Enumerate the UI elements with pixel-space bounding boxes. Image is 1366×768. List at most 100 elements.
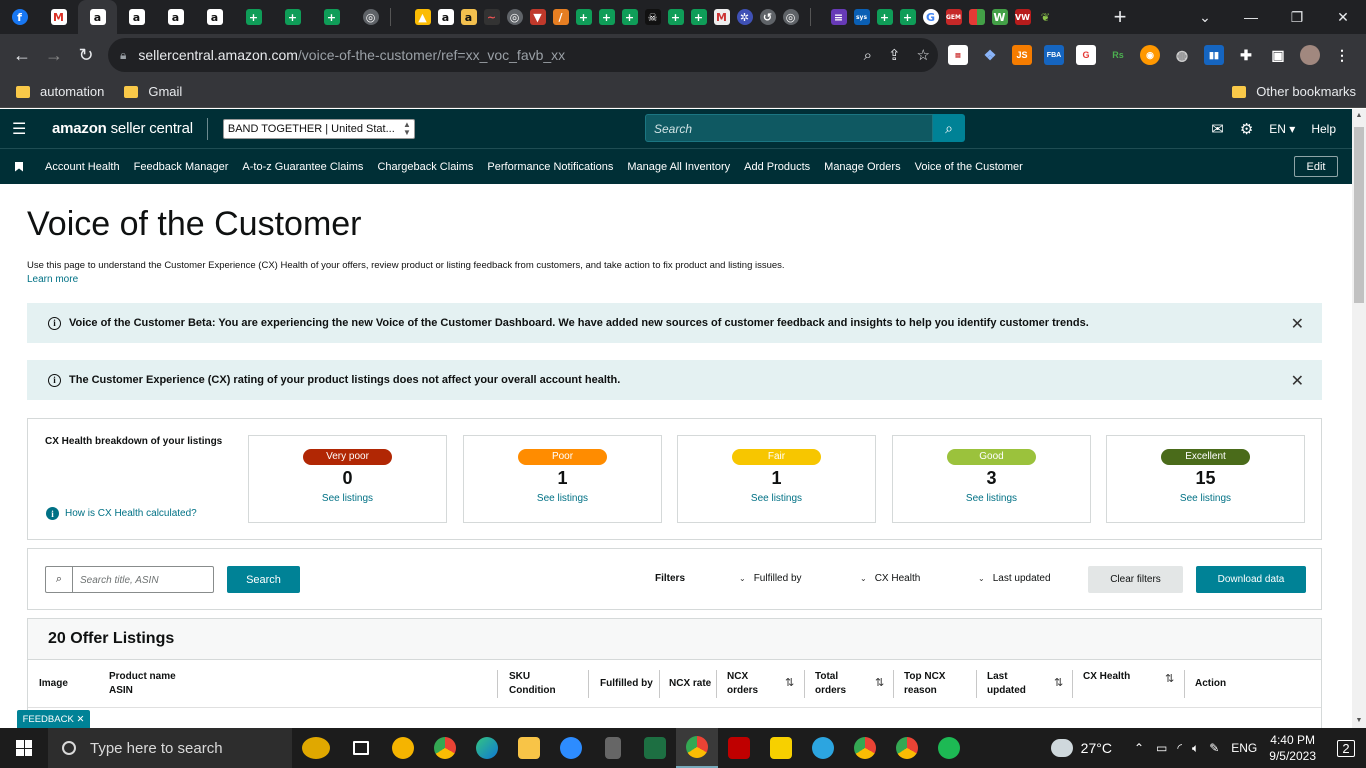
extension-icon[interactable]: Rs <box>1108 45 1128 65</box>
see-listings-link[interactable]: See listings <box>678 493 875 504</box>
tab-facebook[interactable]: f <box>0 0 39 34</box>
tab-amazon-active[interactable]: a <box>78 0 117 34</box>
tab-forms[interactable]: ≡ <box>827 0 850 34</box>
extension-icon[interactable]: ❖ <box>980 45 1000 65</box>
reload-button[interactable]: ↻ <box>70 39 102 71</box>
nav-atoz-claims[interactable]: A-to-z Guarantee Claims <box>242 161 363 173</box>
learn-more-link[interactable]: Learn more <box>27 274 78 285</box>
tab-sheets[interactable]: + <box>595 0 618 34</box>
taskbar-zoom[interactable] <box>550 728 592 768</box>
task-view-button[interactable] <box>340 728 382 768</box>
nav-manage-orders[interactable]: Manage Orders <box>824 161 900 173</box>
tab-site[interactable]: ❦ <box>1034 0 1057 34</box>
clock[interactable]: 4:40 PM 9/5/2023 <box>1269 732 1316 764</box>
taskbar-telegram[interactable] <box>802 728 844 768</box>
cx-health-help-link[interactable]: i How is CX Health calculated? <box>46 507 197 520</box>
gear-icon[interactable]: ⚙ <box>1240 120 1253 138</box>
help-link[interactable]: Help <box>1311 122 1336 136</box>
sort-icon[interactable]: ⇅ <box>1054 676 1063 690</box>
taskbar-app[interactable] <box>382 728 424 768</box>
extension-icon[interactable]: ▤ <box>948 45 968 65</box>
sort-icon[interactable]: ⇅ <box>1165 672 1174 686</box>
nav-voice-of-customer[interactable]: Voice of the Customer <box>915 161 1023 173</box>
listing-search-button[interactable]: Search <box>227 566 300 593</box>
taskbar-chrome-profile[interactable] <box>844 728 886 768</box>
fulfilled-by-dropdown[interactable]: ⌄ Fulfilled by <box>739 573 802 584</box>
menu-icon[interactable]: ⋮ <box>1332 45 1352 65</box>
tab-drive[interactable]: ▲ <box>411 0 434 34</box>
tab-document[interactable]: M <box>710 0 733 34</box>
extension-fba-icon[interactable]: FBA <box>1044 45 1064 65</box>
store-selector[interactable]: BAND TOGETHER | United Stat... ▲ ▼ <box>222 118 415 139</box>
wifi-icon[interactable]: ◜ <box>1177 741 1182 755</box>
listing-search-field[interactable]: ⌕ Search title, ASIN <box>45 566 214 593</box>
extension-icon[interactable]: ◉ <box>1140 45 1160 65</box>
page-scrollbar[interactable]: ▲ ▼ <box>1352 109 1366 728</box>
col-top-ncx-reason[interactable]: Top NCX reason <box>904 670 945 698</box>
taskbar-search[interactable]: Type here to search <box>48 728 292 768</box>
taskbar-calculator[interactable] <box>592 728 634 768</box>
tab-site[interactable] <box>965 0 988 34</box>
tab-search-icon[interactable]: ⌄ <box>1182 0 1228 34</box>
sort-icon[interactable]: ⇅ <box>785 676 794 690</box>
battery-icon[interactable]: ▭ <box>1156 741 1167 755</box>
tab-sheets[interactable]: + <box>896 0 919 34</box>
cx-health-dropdown[interactable]: ⌄ CX Health <box>860 573 920 584</box>
tab-history[interactable]: ↺ <box>756 0 779 34</box>
tab-amazon[interactable]: a <box>156 0 195 34</box>
edit-nav-button[interactable]: Edit <box>1294 156 1338 177</box>
feedback-button[interactable]: FEEDBACK ✕ <box>17 710 90 728</box>
clear-filters-button[interactable]: Clear filters <box>1088 566 1183 593</box>
extension-js-icon[interactable]: JS <box>1012 45 1032 65</box>
pen-icon[interactable]: ✎ <box>1209 741 1219 755</box>
sidepanel-icon[interactable]: ▣ <box>1268 45 1288 65</box>
close-icon[interactable]: ✕ <box>1291 371 1304 391</box>
listing-search-input[interactable]: Search title, ASIN <box>73 567 166 592</box>
start-button[interactable] <box>0 728 48 768</box>
taskbar-sticky-notes[interactable] <box>760 728 802 768</box>
tab-amazon-small[interactable]: a <box>457 0 480 34</box>
col-ncx-orders[interactable]: NCX orders ⇅ <box>727 670 805 698</box>
tab-pencil[interactable]: / <box>549 0 572 34</box>
tab-amazon[interactable]: a <box>195 0 234 34</box>
tab-amazon[interactable]: a <box>117 0 156 34</box>
address-bar[interactable]: 🔒︎ sellercentral.amazon.com/voice-of-the… <box>108 38 938 72</box>
col-fulfilled-by[interactable]: Fulfilled by <box>600 677 653 691</box>
profile-avatar[interactable] <box>1300 45 1320 65</box>
see-listings-link[interactable]: See listings <box>464 493 661 504</box>
mail-icon[interactable]: ✉ <box>1211 120 1224 138</box>
extension-icon[interactable]: ▮▮ <box>1204 45 1224 65</box>
minimize-button[interactable]: — <box>1228 0 1274 34</box>
extension-icon[interactable]: G <box>1076 45 1096 65</box>
taskbar-chrome[interactable] <box>424 728 466 768</box>
tab-sheets[interactable]: + <box>234 0 273 34</box>
close-icon[interactable]: ✕ <box>1291 314 1304 334</box>
col-last-updated[interactable]: Last updated ⇅ <box>987 670 1069 698</box>
nav-feedback-manager[interactable]: Feedback Manager <box>134 161 229 173</box>
download-data-button[interactable]: Download data <box>1196 566 1306 593</box>
scroll-up-arrow[interactable]: ▲ <box>1352 109 1366 123</box>
notifications-icon[interactable]: 2 <box>1326 728 1366 768</box>
weather-temp[interactable]: 27°C <box>1081 740 1112 756</box>
back-button[interactable]: ← <box>6 39 38 71</box>
tab-site[interactable]: ▼ <box>526 0 549 34</box>
last-updated-dropdown[interactable]: ⌄ Last updated <box>978 573 1051 584</box>
new-tab-button[interactable]: + <box>1108 5 1132 29</box>
bookmark-gmail[interactable]: Gmail <box>124 84 182 99</box>
zoom-icon[interactable]: ⌕ <box>864 47 872 64</box>
seller-central-logo[interactable]: amazon seller central <box>52 120 193 137</box>
nav-add-products[interactable]: Add Products <box>744 161 810 173</box>
tab-sheets[interactable]: + <box>273 0 312 34</box>
header-search-button[interactable]: ⌕ <box>933 114 965 142</box>
tab-site[interactable]: W <box>988 0 1011 34</box>
star-icon[interactable]: ☆ <box>917 46 930 64</box>
tab-gear[interactable]: ✲ <box>733 0 756 34</box>
taskbar-spotify[interactable] <box>928 728 970 768</box>
see-listings-link[interactable]: See listings <box>249 493 446 504</box>
header-search-input[interactable]: Search <box>645 114 933 142</box>
globe-icon[interactable]: ◍ <box>1172 45 1192 65</box>
taskbar-edge[interactable] <box>466 728 508 768</box>
taskbar-chrome-profile[interactable] <box>886 728 928 768</box>
other-bookmarks[interactable]: Other bookmarks <box>1232 84 1356 99</box>
input-language[interactable]: ENG <box>1231 741 1257 755</box>
